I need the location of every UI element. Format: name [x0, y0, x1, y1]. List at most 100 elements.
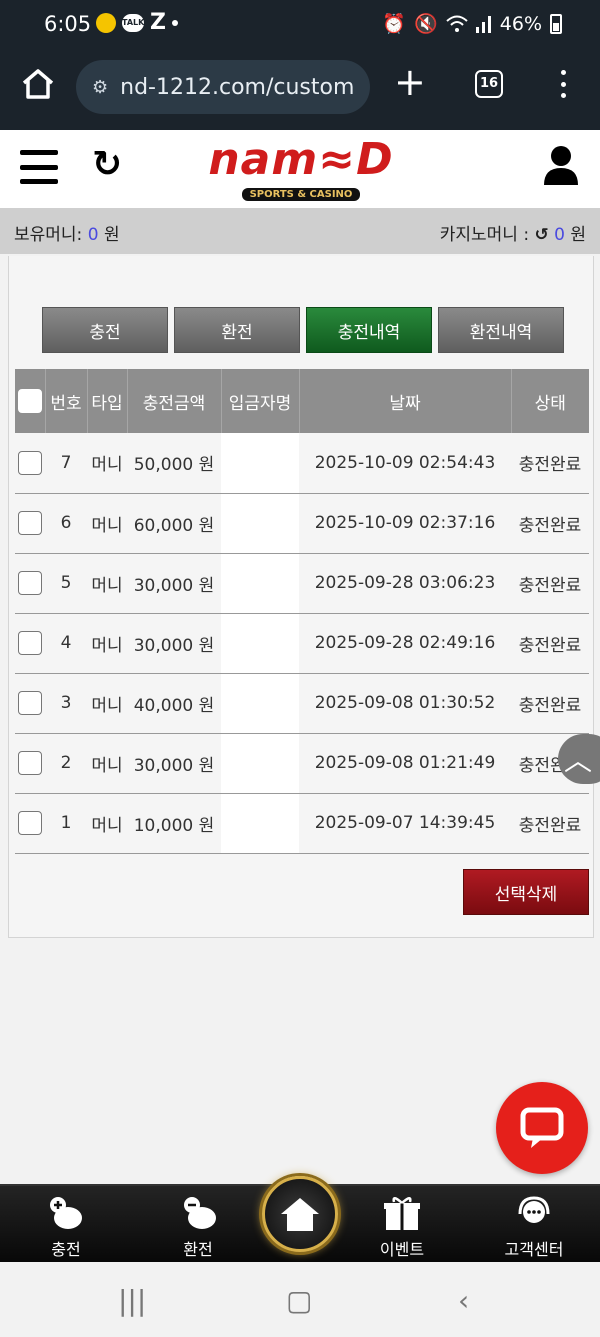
- battery-percent: 46%: [499, 12, 542, 35]
- row-number: 6: [45, 493, 87, 554]
- row-number: 1: [45, 793, 87, 854]
- row-date: 2025-09-28 02:49:16: [299, 613, 511, 674]
- table-row: 4 머니 30,000 원 2025-09-28 02:49:16 충전완료: [15, 613, 589, 674]
- row-depositor: [221, 553, 299, 614]
- address-field[interactable]: ⚙ nd-1212.com/custom: [76, 60, 370, 114]
- chat-button[interactable]: [496, 1082, 588, 1174]
- row-number: 4: [45, 613, 87, 674]
- status-bar: 6:05 TALK Z ⏰ 🔇 46%: [0, 0, 600, 50]
- casino-balance: 카지노머니 : ↺ 0 원: [439, 225, 586, 245]
- url-text: nd-1212.com/custom: [120, 74, 355, 100]
- chat-bubble-icon: [520, 1107, 564, 1148]
- row-amount: 40,000 원: [127, 673, 221, 734]
- row-amount: 50,000 원: [127, 433, 221, 494]
- recent-apps-icon[interactable]: |||: [118, 1284, 146, 1317]
- logo-text: nam≈D: [208, 134, 394, 185]
- back-icon[interactable]: ‹: [458, 1284, 469, 1317]
- table-row: 1 머니 10,000 원 2025-09-07 14:39:45 충전완료: [15, 793, 589, 854]
- delete-selected-button[interactable]: 선택삭제: [463, 869, 589, 915]
- home-icon[interactable]: [20, 66, 56, 102]
- site-settings-icon[interactable]: ⚙: [92, 77, 108, 98]
- row-amount: 60,000 원: [127, 493, 221, 554]
- piggy-minus-icon: [184, 1197, 216, 1229]
- row-depositor: [221, 733, 299, 794]
- casino-value: 0: [554, 225, 565, 245]
- headset-icon: [518, 1196, 550, 1223]
- site-logo[interactable]: nam≈D SPORTS & CASINO: [200, 134, 402, 201]
- new-tab-button[interactable]: +: [394, 62, 426, 102]
- piggy-plus-icon: [50, 1197, 82, 1229]
- row-date: 2025-10-09 02:37:16: [299, 493, 511, 554]
- casino-refresh-icon[interactable]: ↺: [534, 225, 548, 245]
- mute-icon: 🔇: [414, 13, 438, 35]
- house-icon: [281, 1198, 319, 1231]
- row-status: 충전완료: [511, 433, 589, 494]
- user-icon[interactable]: [542, 144, 580, 186]
- table-row: 7 머니 50,000 원 2025-10-09 02:54:43 충전완료: [15, 433, 589, 494]
- nav-support[interactable]: 고객센터: [494, 1194, 574, 1260]
- row-number: 7: [45, 433, 87, 494]
- row-depositor: [221, 613, 299, 674]
- row-depositor: [221, 673, 299, 734]
- balance-bar: 보유머니: 0 원 카지노머니 : ↺ 0 원: [0, 208, 600, 254]
- row-depositor: [221, 493, 299, 554]
- row-date: 2025-09-08 01:21:49: [299, 733, 511, 794]
- battery-icon: [550, 13, 562, 34]
- url-bar: ⚙ nd-1212.com/custom + 16: [0, 52, 600, 122]
- logo-subtitle: SPORTS & CASINO: [241, 188, 361, 201]
- tab-withdraw[interactable]: 환전: [174, 307, 300, 353]
- row-type: 머니: [87, 493, 127, 554]
- scroll-to-top-button[interactable]: ︿: [558, 734, 600, 784]
- browser-menu-button[interactable]: [553, 66, 573, 102]
- nav-deposit[interactable]: 충전: [26, 1194, 106, 1260]
- hamburger-menu-icon[interactable]: [20, 150, 58, 184]
- col-status: 상태: [511, 369, 589, 433]
- home-nav-icon[interactable]: ▢: [286, 1284, 312, 1317]
- nav-withdraw[interactable]: 환전: [158, 1194, 238, 1260]
- row-checkbox[interactable]: [18, 571, 42, 595]
- refresh-icon[interactable]: ↻: [92, 144, 122, 185]
- nav-event[interactable]: 이벤트: [362, 1194, 442, 1260]
- site-header: ↻ nam≈D SPORTS & CASINO: [0, 130, 600, 208]
- row-type: 머니: [87, 553, 127, 614]
- row-checkbox[interactable]: [18, 450, 42, 475]
- row-checkbox[interactable]: [18, 511, 42, 535]
- row-checkbox[interactable]: [18, 751, 42, 775]
- row-amount: 30,000 원: [127, 613, 221, 674]
- talk-icon: TALK: [122, 14, 144, 32]
- row-checkbox[interactable]: [18, 631, 42, 655]
- deposit-history-table: 번호 타입 충전금액 입금자명 날짜 상태 7 머니 50,000 원 2025…: [15, 369, 589, 854]
- gift-icon: [384, 1197, 420, 1230]
- row-type: 머니: [87, 673, 127, 734]
- tab-switcher-button[interactable]: 16: [475, 70, 503, 98]
- tab-withdraw-history[interactable]: 환전내역: [438, 307, 564, 353]
- table-row: 6 머니 60,000 원 2025-10-09 02:37:16 충전완료: [15, 493, 589, 554]
- browser-chrome: 6:05 TALK Z ⏰ 🔇 46% ⚙ nd-1212.com/custom…: [0, 0, 600, 130]
- table-row: 3 머니 40,000 원 2025-09-08 01:30:52 충전완료: [15, 673, 589, 734]
- row-checkbox[interactable]: [18, 691, 42, 715]
- row-date: 2025-09-07 14:39:45: [299, 793, 511, 854]
- tab-deposit[interactable]: 충전: [42, 307, 168, 353]
- table-header: 번호 타입 충전금액 입금자명 날짜 상태: [15, 369, 589, 433]
- tab-bar: 충전 환전 충전내역 환전내역: [42, 307, 564, 353]
- row-status: 충전완료: [511, 493, 589, 554]
- row-date: 2025-09-28 03:06:23: [299, 553, 511, 614]
- row-checkbox[interactable]: [18, 811, 42, 835]
- row-date: 2025-10-09 02:54:43: [299, 433, 511, 494]
- row-amount: 30,000 원: [127, 733, 221, 794]
- select-all-checkbox[interactable]: [17, 389, 42, 413]
- money-balance: 보유머니: 0 원: [14, 225, 120, 245]
- content-panel: 충전 환전 충전내역 환전내역 번호 타입 충전금액 입금자명 날짜 상태 7 …: [8, 256, 594, 938]
- alarm-icon: ⏰: [382, 13, 407, 35]
- system-icons: ⏰ 🔇 46%: [382, 12, 562, 35]
- tab-deposit-history[interactable]: 충전내역: [306, 307, 432, 353]
- row-type: 머니: [87, 613, 127, 674]
- home-button[interactable]: [262, 1176, 338, 1252]
- row-status: 충전완료: [511, 553, 589, 614]
- money-value: 0: [87, 225, 99, 245]
- row-type: 머니: [87, 433, 127, 494]
- kakao-icon: [96, 13, 116, 33]
- row-type: 머니: [87, 733, 127, 794]
- row-status: 충전완료: [511, 613, 589, 674]
- wifi-icon: [446, 15, 468, 32]
